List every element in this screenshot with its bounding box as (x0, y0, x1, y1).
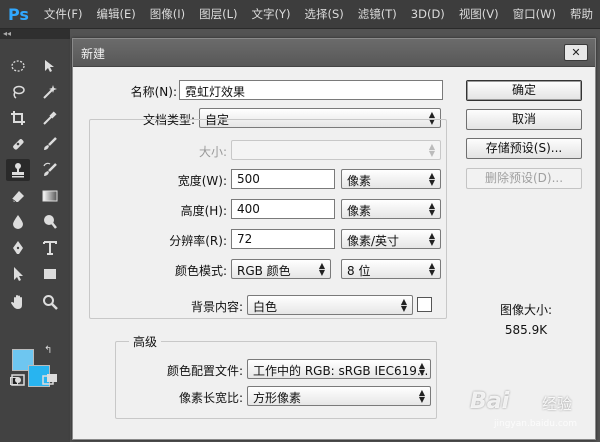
chevron-updown-icon: ▲ ▼ (428, 231, 435, 247)
image-size-value: 585.9K (504, 323, 548, 337)
history-brush-icon[interactable] (38, 159, 62, 181)
menu-select[interactable]: 选择(S) (298, 6, 351, 22)
name-label: 名称(N): (130, 85, 177, 99)
chevron-updown-icon: ▲ ▼ (318, 261, 325, 277)
chevron-updown-icon: ▲ ▼ (428, 261, 435, 277)
magic-wand-icon[interactable] (38, 81, 62, 103)
menu-window[interactable]: 窗口(W) (506, 6, 563, 22)
image-size-label: 图像大小: (499, 303, 553, 317)
watermark-brand-suffix: 经验 (542, 395, 573, 413)
chevron-updown-icon: ▲ ▼ (428, 142, 435, 158)
close-icon: ✕ (571, 46, 581, 59)
height-field[interactable]: 400 (231, 199, 335, 219)
toolbox: ◂◂ ↰ (0, 29, 70, 442)
screen-mode-icon[interactable] (38, 369, 62, 391)
cancel-button[interactable]: 取消 (466, 109, 582, 130)
advanced-group (115, 341, 437, 419)
menu-view[interactable]: 视图(V) (452, 6, 506, 22)
resolution-unit-select[interactable]: 像素/英寸 ▲ ▼ (341, 229, 441, 249)
color-profile-select[interactable]: 工作中的 RGB: sRGB IEC619... ▲ ▼ (247, 359, 431, 379)
toolbox-collapse-handle[interactable]: ◂◂ (0, 29, 70, 39)
blur-icon[interactable] (6, 211, 30, 233)
crop-icon[interactable] (6, 107, 30, 129)
size-select: ▲ ▼ (231, 140, 441, 160)
color-mode-value: RGB 颜色 (237, 264, 291, 278)
resolution-label: 分辨率(R): (169, 234, 227, 248)
type-icon[interactable] (38, 237, 62, 259)
move-icon[interactable] (38, 55, 62, 77)
dialog-title: 新建 (81, 47, 106, 61)
menu-edit[interactable]: 编辑(E) (90, 6, 143, 22)
background-value: 白色 (253, 300, 278, 314)
menubar: Ps 文件(F) 编辑(E) 图像(I) 图层(L) 文字(Y) 选择(S) 滤… (0, 0, 600, 29)
marquee-icon[interactable] (6, 55, 30, 77)
height-unit-select[interactable]: 像素 ▲ ▼ (341, 199, 441, 219)
color-profile-value: 工作中的 RGB: sRGB IEC619... (253, 364, 429, 378)
resolution-field[interactable]: 72 (231, 229, 335, 249)
zoom-icon[interactable] (38, 291, 62, 313)
watermark-brand: Bai (470, 389, 510, 414)
menu-filter[interactable]: 滤镜(T) (351, 6, 404, 22)
width-field[interactable]: 500 (231, 169, 335, 189)
menu-layer[interactable]: 图层(L) (192, 6, 244, 22)
color-mode-label: 颜色模式: (174, 264, 227, 278)
width-unit-select[interactable]: 像素 ▲ ▼ (341, 169, 441, 189)
resolution-unit-value: 像素/英寸 (347, 234, 400, 248)
height-label: 高度(H): (180, 204, 227, 218)
brush-icon[interactable] (38, 133, 62, 155)
pen-icon[interactable] (6, 237, 30, 259)
gradient-icon[interactable] (38, 185, 62, 207)
hand-icon[interactable] (6, 291, 30, 313)
baidu-watermark: Bai 经验 jingyan.baidu.com (470, 385, 598, 435)
color-mode-select[interactable]: RGB 颜色 ▲ ▼ (231, 259, 331, 279)
quick-mask-icon[interactable] (6, 369, 30, 391)
name-field[interactable]: 霓虹灯效果 (179, 80, 443, 100)
swap-colors-icon[interactable]: ↰ (44, 345, 52, 356)
clone-stamp-icon[interactable] (6, 159, 30, 181)
height-unit-value: 像素 (347, 204, 372, 218)
background-label: 背景内容: (190, 300, 243, 314)
eraser-icon[interactable] (6, 185, 30, 207)
eyedropper-icon[interactable] (38, 107, 62, 129)
watermark-url: jingyan.baidu.com (494, 419, 578, 429)
chevron-updown-icon: ▲ ▼ (418, 388, 425, 404)
path-select-icon[interactable] (6, 263, 30, 285)
background-select[interactable]: 白色 ▲ ▼ (247, 295, 413, 315)
menu-3d[interactable]: 3D(D) (404, 7, 452, 21)
close-button[interactable]: ✕ (564, 44, 588, 61)
lasso-icon[interactable] (6, 81, 30, 103)
chevron-updown-icon: ▲ ▼ (400, 297, 407, 313)
ok-button[interactable]: 确定 (466, 80, 582, 101)
width-unit-value: 像素 (347, 174, 372, 188)
bit-depth-value: 8 位 (347, 264, 371, 278)
color-profile-label: 颜色配置文件: (166, 364, 243, 378)
new-document-dialog: 新建 ✕ 名称(N): 霓虹灯效果 文档类型: 自定 ▲ ▼ 大小: ▲ ▼ 宽度(… (72, 38, 596, 440)
dialog-title-bar[interactable]: 新建 ✕ (73, 39, 595, 67)
rectangle-icon[interactable] (38, 263, 62, 285)
pixel-aspect-value: 方形像素 (253, 391, 302, 405)
advanced-title: 高级 (129, 333, 162, 350)
menu-file[interactable]: 文件(F) (37, 6, 90, 22)
chevron-updown-icon: ▲ ▼ (428, 171, 435, 187)
delete-preset-button: 删除预设(D)... (466, 168, 582, 189)
chevron-updown-icon: ▲ ▼ (428, 201, 435, 217)
photoshop-logo: Ps (7, 4, 29, 24)
size-label: 大小: (198, 145, 227, 159)
save-preset-button[interactable]: 存储预设(S)... (466, 138, 582, 159)
bit-depth-select[interactable]: 8 位 ▲ ▼ (341, 259, 441, 279)
chevron-updown-icon: ▲ ▼ (418, 361, 425, 377)
menu-type[interactable]: 文字(Y) (245, 6, 298, 22)
dodge-icon[interactable] (38, 211, 62, 233)
width-label: 宽度(W): (177, 174, 227, 188)
pixel-aspect-select[interactable]: 方形像素 ▲ ▼ (247, 386, 431, 406)
healing-brush-icon[interactable] (6, 133, 30, 155)
menu-image[interactable]: 图像(I) (143, 6, 192, 22)
pixel-aspect-label: 像素长宽比: (178, 391, 243, 405)
background-color-swatch[interactable] (417, 297, 432, 312)
menu-help[interactable]: 帮助 (563, 6, 600, 22)
